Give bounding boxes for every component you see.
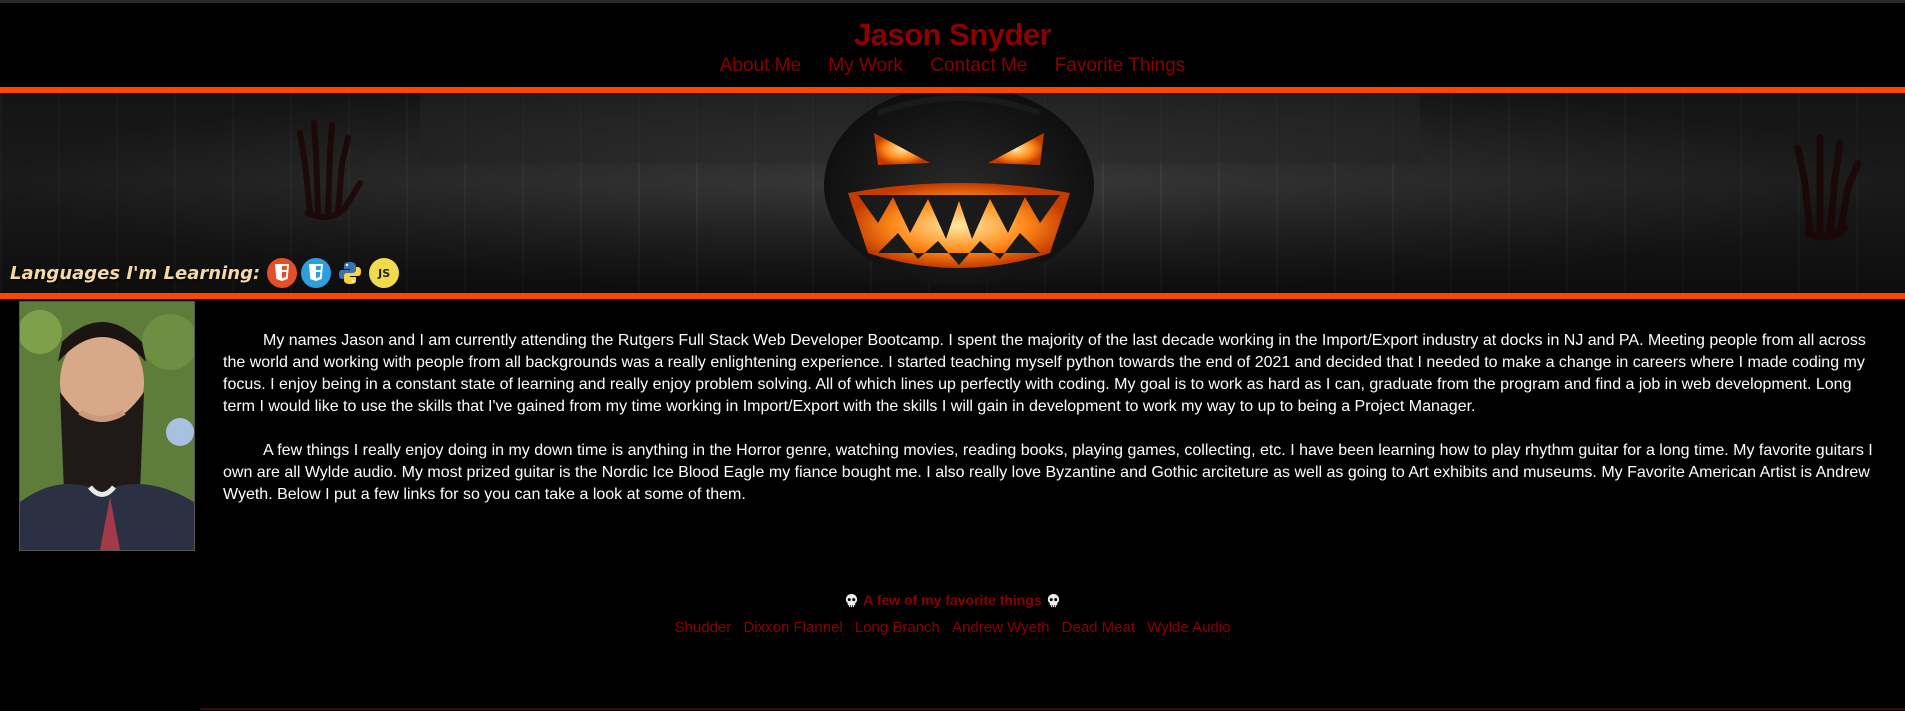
jack-o-lantern-image (824, 93, 1094, 285)
profile-photo (19, 301, 195, 551)
nav-about-me[interactable]: About Me (720, 55, 801, 76)
favorite-link-wylde-audio[interactable]: Wylde Audio (1147, 619, 1230, 636)
main-nav: About Me My Work Contact Me Favorite Thi… (0, 55, 1905, 77)
bottom-border (200, 708, 1905, 710)
favorite-link-shudder[interactable]: Shudder (675, 619, 732, 636)
python-icon (335, 258, 365, 288)
nav-contact-me[interactable]: Contact Me (930, 55, 1027, 76)
html5-icon (267, 258, 298, 288)
favorite-things-section: A few of my favorite things Shudder Dixx… (0, 592, 1905, 636)
orange-divider-bottom (0, 293, 1905, 299)
favorites-links: Shudder Dixxon Flannel Long Branch Andre… (0, 619, 1905, 636)
bloody-handprint-left (297, 120, 363, 220)
languages-label: Languages I'm Learning: (10, 262, 261, 284)
skull-icon (846, 593, 858, 607)
favorite-link-long-branch[interactable]: Long Branch (855, 619, 940, 636)
languages-learning: Languages I'm Learning: JS (10, 258, 400, 288)
about-me-section: My names Jason and I am currently attend… (223, 330, 1875, 528)
site-header: Jason Snyder About Me My Work Contact Me… (0, 3, 1905, 87)
favorites-heading: A few of my favorite things (844, 592, 1060, 608)
favorite-link-dixxon-flannel[interactable]: Dixxon Flannel (743, 619, 842, 636)
javascript-icon: JS (369, 258, 400, 288)
favorite-link-dead-meat[interactable]: Dead Meat (1062, 619, 1135, 636)
nav-my-work[interactable]: My Work (828, 55, 903, 76)
about-paragraph-1: My names Jason and I am currently attend… (223, 332, 1866, 415)
css3-icon (301, 258, 332, 288)
favorites-title: A few of my favorite things (863, 592, 1042, 608)
skull-icon (1047, 593, 1059, 607)
bloody-handprint-right (1794, 134, 1862, 241)
favorite-link-andrew-wyeth[interactable]: Andrew Wyeth (952, 619, 1049, 636)
site-title: Jason Snyder (853, 17, 1052, 52)
nav-favorite-things[interactable]: Favorite Things (1055, 55, 1186, 76)
about-paragraph-2: A few things I really enjoy doing in my … (223, 442, 1873, 503)
